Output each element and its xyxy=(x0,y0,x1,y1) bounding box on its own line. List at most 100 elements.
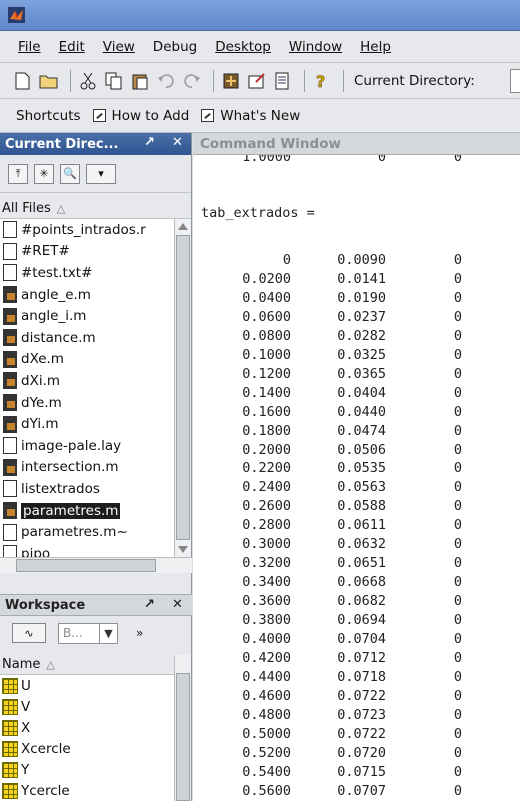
undock-icon[interactable]: ↗ xyxy=(144,135,155,150)
current-directory-field[interactable] xyxy=(510,69,520,93)
m-file-icon xyxy=(3,286,17,304)
variable-label: tab_extrados = xyxy=(201,205,315,221)
menu-edit[interactable]: Edit xyxy=(50,39,94,55)
scrollbar-thumb[interactable] xyxy=(176,235,190,540)
file-name: angle_e.m xyxy=(21,286,91,303)
plot-selection-icon[interactable]: ∿ xyxy=(12,623,46,643)
find-files-icon[interactable]: 🔍 xyxy=(60,163,80,184)
scroll-up-icon[interactable] xyxy=(178,223,188,230)
new-folder-icon[interactable]: ✳ xyxy=(34,163,54,184)
file-name: image-pale.lay xyxy=(21,437,122,454)
workspace-variable[interactable]: Xcercle xyxy=(0,738,174,759)
close-icon[interactable]: ✕ xyxy=(172,135,183,150)
shortcut-how-to-add[interactable]: How to Add xyxy=(112,108,190,124)
matrix-cell: 0.0282 xyxy=(337,327,386,344)
profiler-icon[interactable] xyxy=(272,70,294,92)
file-list-hscrollbar[interactable] xyxy=(0,557,192,573)
workspace-variable[interactable]: Ycercle xyxy=(0,780,174,801)
workspace-variable[interactable]: U xyxy=(0,675,174,696)
variable-grid-icon xyxy=(2,761,18,778)
file-list-item[interactable]: dYe.m xyxy=(0,392,174,414)
file-list-item[interactable]: #RET# xyxy=(0,241,174,263)
current-directory-panel-title[interactable]: Current Direc... ↗ ✕ xyxy=(0,133,191,155)
guide-icon[interactable] xyxy=(246,70,268,92)
workspace-variable[interactable]: Y xyxy=(0,759,174,780)
file-list-item[interactable]: dXi.m xyxy=(0,370,174,392)
matrix-cell: 0.0715 xyxy=(337,763,386,780)
menu-file[interactable]: File xyxy=(0,39,50,55)
scroll-down-icon[interactable] xyxy=(178,546,188,553)
matrix-cell: 0 xyxy=(453,706,462,723)
matrix-cell: 0.2600 xyxy=(242,498,291,515)
up-folder-icon[interactable]: ⤒ xyxy=(8,163,28,184)
file-list-item[interactable]: intersection.m xyxy=(0,457,174,479)
file-name: parametres.m xyxy=(21,502,121,519)
matlab-logo-icon xyxy=(8,7,25,23)
file-name: dXe.m xyxy=(21,351,64,368)
simulink-icon[interactable] xyxy=(220,70,242,92)
workspace-variable[interactable]: V xyxy=(0,696,174,717)
file-list-item[interactable]: distance.m xyxy=(0,327,174,349)
file-list-item[interactable]: dXe.m xyxy=(0,349,174,371)
file-list-item[interactable]: pipo xyxy=(0,543,174,557)
file-name: distance.m xyxy=(21,329,96,346)
more-tools-icon[interactable]: » xyxy=(136,626,143,640)
window-title-bar[interactable] xyxy=(0,0,520,31)
paste-icon[interactable] xyxy=(129,70,151,92)
open-folder-icon[interactable] xyxy=(38,70,60,92)
workspace-variable[interactable]: X xyxy=(0,717,174,738)
file-list-item[interactable]: listextrados xyxy=(0,478,174,500)
file-list-item[interactable]: angle_e.m xyxy=(0,284,174,306)
file-name: #points_intrados.r xyxy=(21,221,146,238)
workspace-panel-title[interactable]: Workspace ↗ ✕ xyxy=(0,594,192,616)
matrix-cell: 0.0718 xyxy=(337,668,386,685)
output-row: 0.3000 0.0632 0 xyxy=(193,536,520,556)
help-icon[interactable]: ? xyxy=(311,70,333,92)
m-file-icon xyxy=(3,350,17,368)
file-list-item[interactable]: image-pale.lay xyxy=(0,435,174,457)
file-list-item[interactable]: angle_i.m xyxy=(0,305,174,327)
file-list-item[interactable]: #test.txt# xyxy=(0,262,174,284)
workspace-name-header[interactable]: Name △ xyxy=(0,655,174,675)
toolbar-separator xyxy=(70,69,71,92)
cut-icon[interactable] xyxy=(77,70,99,92)
files-column-header[interactable]: All Files △ xyxy=(0,199,191,219)
matrix-cell: 0 xyxy=(453,744,462,761)
menu-window[interactable]: Window xyxy=(280,39,351,55)
sort-arrow-icon: △ xyxy=(46,658,55,671)
output-row: 0.5600 0.0707 0 xyxy=(193,783,520,801)
command-window[interactable]: 1.0000 0 0 tab_extrados = 0 0.0090 0 0.0200 0.01… xyxy=(193,155,520,801)
file-list-item[interactable]: dYi.m xyxy=(0,413,174,435)
file-list-item[interactable]: #points_intrados.r xyxy=(0,219,174,241)
text-file-icon xyxy=(3,242,17,260)
menu-help[interactable]: Help xyxy=(351,39,400,55)
close-icon[interactable]: ✕ xyxy=(172,597,183,612)
panel-title-text: Current Direc... xyxy=(5,136,119,152)
undock-icon[interactable]: ↗ xyxy=(144,597,155,612)
hscrollbar-thumb[interactable] xyxy=(16,559,156,572)
chevron-down-icon[interactable]: ▼ xyxy=(99,623,117,643)
m-file-icon xyxy=(3,502,17,520)
workspace-scrollbar[interactable] xyxy=(174,655,191,801)
file-list-item[interactable]: parametres.m xyxy=(0,500,174,522)
stack-combo[interactable]: B... ▼ xyxy=(58,622,118,644)
matrix-cell: 0.2400 xyxy=(242,479,291,496)
file-list-item[interactable]: parametres.m~ xyxy=(0,521,174,543)
command-window-title[interactable]: Command Window xyxy=(193,133,520,155)
matrix-cell: 0.0600 xyxy=(242,308,291,325)
menu-desktop[interactable]: Desktop xyxy=(206,39,280,55)
shortcut-link-icon xyxy=(92,109,106,122)
menu-debug[interactable]: Debug xyxy=(144,39,206,55)
matrix-cell: 0 xyxy=(453,763,462,780)
undo-icon[interactable] xyxy=(155,70,177,92)
output-row: 0.1000 0.0325 0 xyxy=(193,347,520,367)
actions-dropdown-icon[interactable]: ▾ xyxy=(86,163,116,184)
copy-icon[interactable] xyxy=(103,70,125,92)
menu-view[interactable]: View xyxy=(94,39,144,55)
matrix-cell: 0.0712 xyxy=(337,649,386,666)
shortcut-whats-new[interactable]: What's New xyxy=(220,108,300,124)
new-file-icon[interactable] xyxy=(12,70,34,92)
file-list-scrollbar[interactable] xyxy=(174,219,191,557)
redo-icon[interactable] xyxy=(181,70,203,92)
scrollbar-thumb[interactable] xyxy=(176,673,190,801)
